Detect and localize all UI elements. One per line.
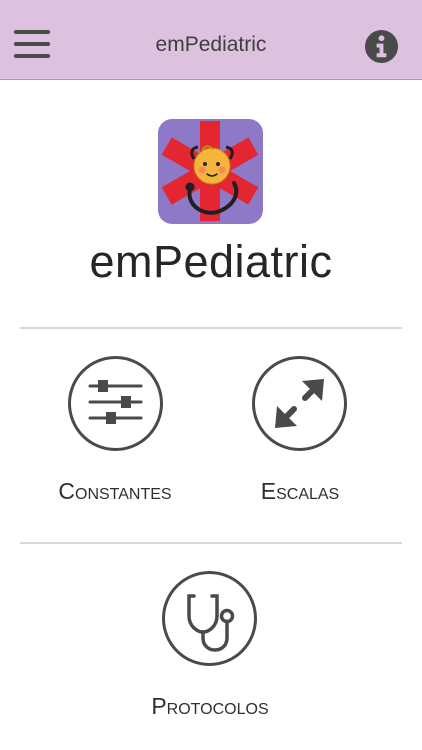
app-screen: emPediatric emPediatric Constantes Escal…	[0, 0, 422, 750]
app-name: emPediatric	[89, 236, 333, 287]
stethoscope-icon[interactable]	[161, 570, 258, 667]
constantes-button[interactable]: Constantes	[40, 478, 190, 505]
escalas-button[interactable]: Escalas	[225, 478, 375, 505]
diagonal-arrows-icon[interactable]	[251, 355, 348, 452]
divider	[20, 327, 402, 329]
app-logo	[158, 119, 263, 224]
protocolos-button[interactable]: Protocolos	[135, 693, 285, 720]
top-bar: emPediatric	[0, 0, 422, 80]
divider	[20, 542, 402, 544]
page-title: emPediatric	[155, 33, 267, 56]
info-circle-icon[interactable]	[364, 29, 399, 64]
sliders-icon[interactable]	[67, 355, 164, 452]
baby-star-of-life-stethoscope-logo	[158, 119, 263, 224]
